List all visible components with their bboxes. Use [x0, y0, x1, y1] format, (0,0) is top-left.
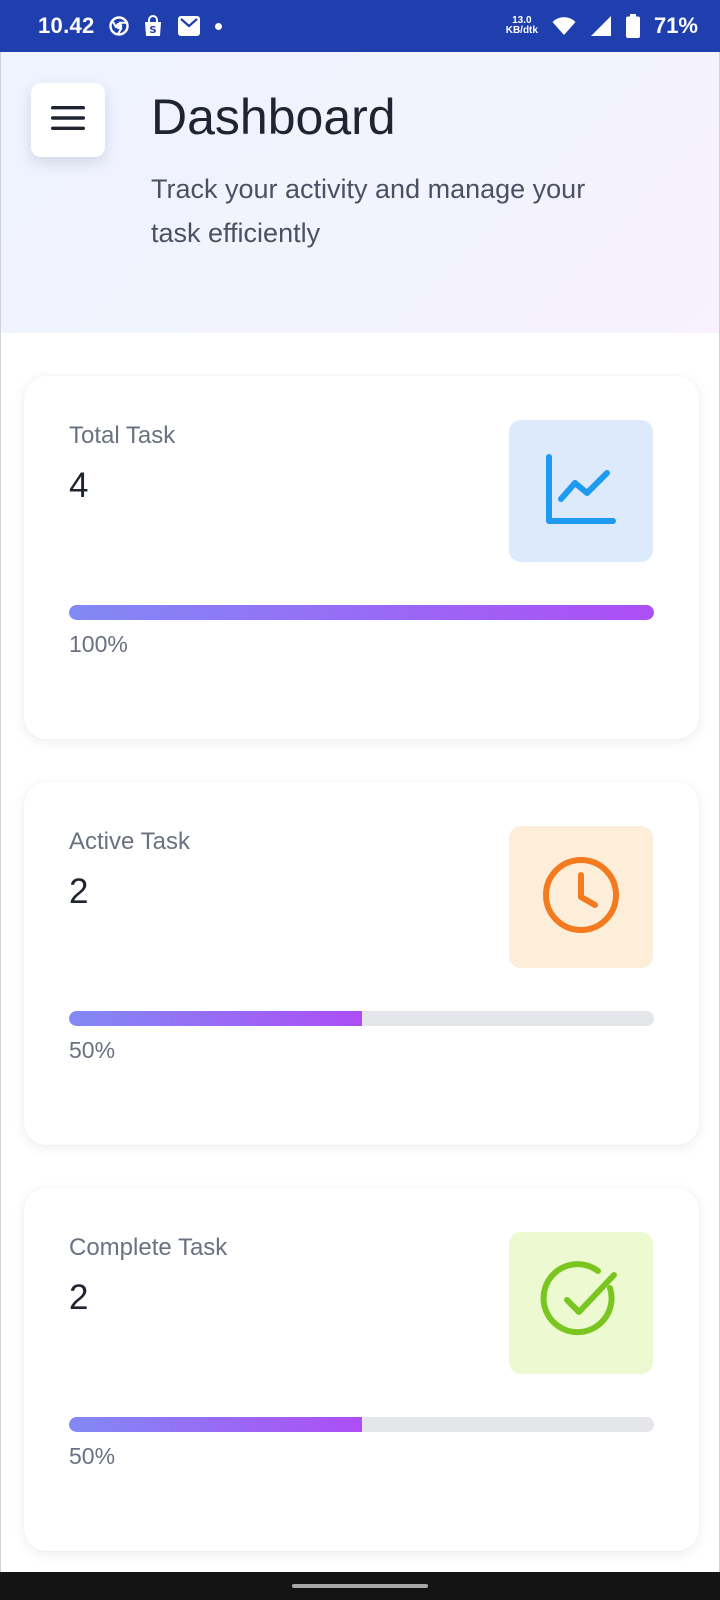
mail-icon — [177, 15, 201, 37]
progress-bar — [69, 1011, 654, 1026]
status-bar-right: 13.0 KB/dtk 71% — [506, 13, 698, 39]
wifi-icon — [552, 16, 576, 36]
card-value: 4 — [69, 466, 89, 505]
battery-percent: 71% — [653, 13, 698, 38]
dashboard-page: Dashboard Track your activity and manage… — [0, 52, 720, 1572]
network-speed-unit: KB/dtk — [505, 25, 538, 36]
card-label: Active Task — [69, 828, 190, 855]
progress-fill — [69, 605, 654, 620]
status-time: 10.42 — [38, 13, 95, 38]
card-icon-box — [509, 1232, 653, 1374]
progress-percent: 50% — [69, 1037, 116, 1063]
active-task-card[interactable]: Active Task 2 50% — [24, 782, 699, 1145]
total-task-card[interactable]: Total Task 4 100% — [24, 376, 699, 739]
shop-icon: S — [143, 15, 163, 37]
card-label: Total Task — [69, 422, 176, 449]
chart-line-icon — [545, 453, 617, 530]
complete-task-card[interactable]: Complete Task 2 50% — [24, 1188, 699, 1551]
svg-text:S: S — [149, 25, 156, 36]
dot-icon — [214, 22, 222, 30]
battery-icon — [625, 14, 640, 38]
page-subtitle: Track your activity and manage your task… — [151, 174, 586, 248]
clock-icon — [541, 855, 621, 940]
progress-percent: 50% — [69, 1443, 116, 1469]
page-title: Dashboard — [151, 89, 396, 145]
progress-bar — [69, 605, 654, 620]
status-bar-left: 10.42 S — [38, 13, 222, 39]
card-label: Complete Task — [69, 1234, 228, 1261]
network-speed: 13.0 KB/dtk — [506, 16, 538, 36]
card-value: 2 — [69, 872, 89, 911]
progress-fill — [69, 1417, 362, 1432]
progress-fill — [69, 1011, 362, 1026]
signal-icon — [590, 15, 612, 37]
card-icon-box — [509, 420, 653, 562]
page-header: Dashboard Track your activity and manage… — [1, 52, 719, 333]
menu-button[interactable] — [31, 83, 105, 157]
card-value: 2 — [69, 1278, 89, 1317]
chrome-icon — [108, 16, 129, 36]
status-bar: 10.42 S 13.0 KB/dtk 71% — [0, 0, 720, 52]
gesture-nav-bar — [0, 1572, 720, 1600]
check-circle-icon — [540, 1260, 622, 1347]
progress-percent: 100% — [69, 631, 128, 657]
card-icon-box — [509, 826, 653, 968]
progress-bar — [69, 1417, 654, 1432]
hamburger-menu-icon — [51, 104, 85, 137]
home-handle[interactable] — [292, 1584, 428, 1588]
